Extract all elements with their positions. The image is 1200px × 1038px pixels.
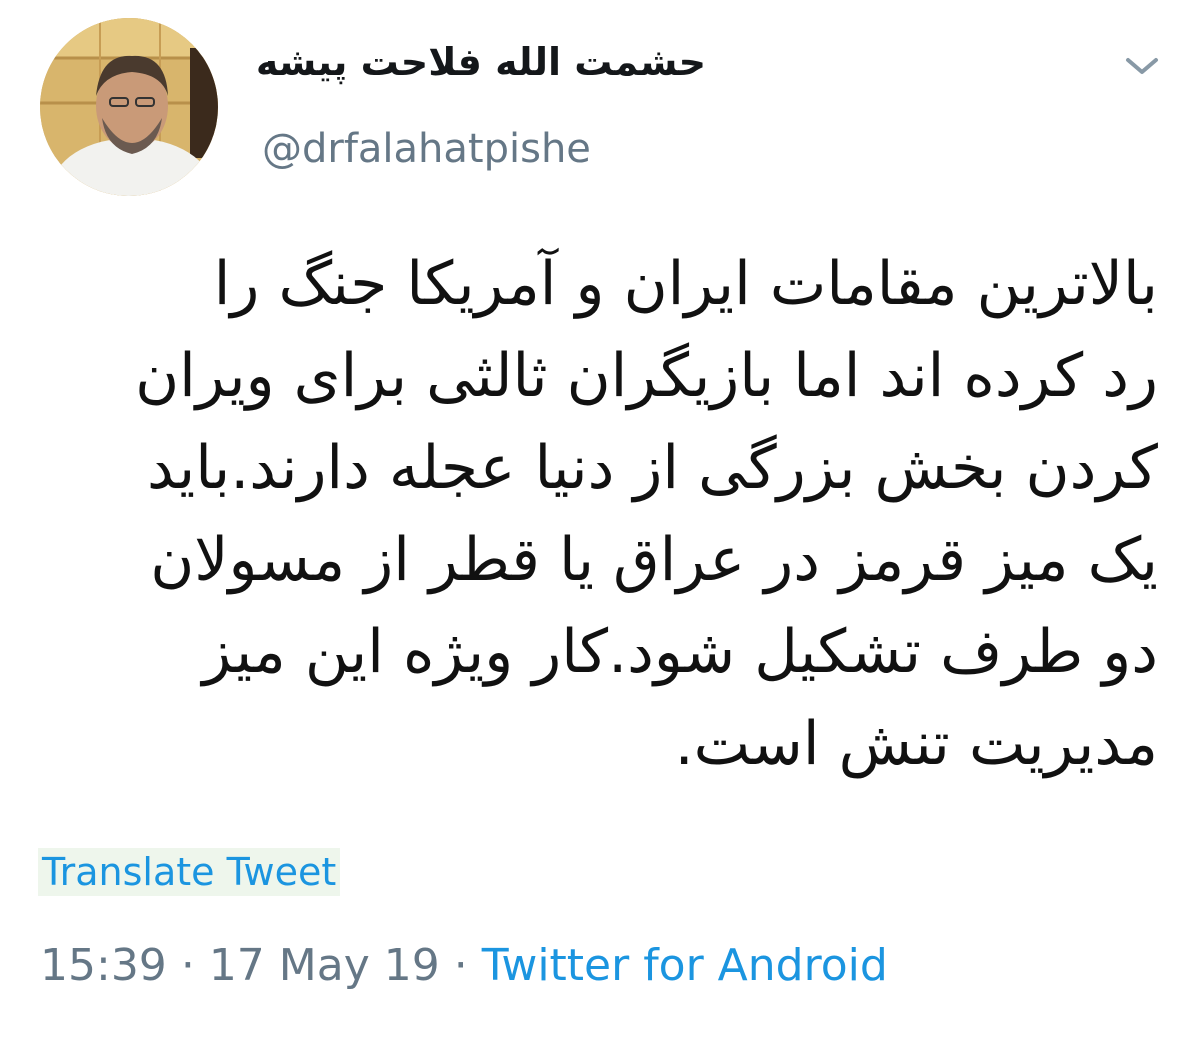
avatar[interactable] — [40, 18, 218, 196]
tweet-text-line: کردن بخش بزرگی از دنیا عجله دارند.باید — [147, 433, 1158, 503]
translate-tweet-link[interactable]: Translate Tweet — [38, 848, 341, 896]
tweet-text-line: رد کرده اند اما بازیگران ثالثی برای ویرا… — [135, 341, 1158, 411]
tweet-metadata: 15:39 · 17 May 19 · Twitter for Android — [40, 940, 888, 991]
tweet-source-link[interactable]: Twitter for Android — [482, 940, 888, 991]
user-handle[interactable]: @drfalahatpishe — [262, 126, 591, 172]
display-name[interactable]: حشمت الله فلاحت پیشه — [256, 40, 706, 84]
meta-separator: · — [180, 940, 195, 991]
tweet-date[interactable]: 17 May 19 — [209, 940, 440, 991]
tweet-card: حشمت الله فلاحت پیشه @drfalahatpishe بال… — [0, 0, 1200, 1038]
tweet-text-line: مدیریت تنش است. — [674, 709, 1158, 779]
meta-separator: · — [453, 940, 468, 991]
tweet-text: بالاترین مقامات ایران و آمریکا جنگ را رد… — [38, 238, 1158, 790]
tweet-text-line: دو طرف تشکیل شود.کار ویژه این میز — [202, 617, 1158, 687]
tweet-text-line: یک میز قرمز در عراق یا قطر از مسولان — [150, 525, 1158, 595]
tweet-time[interactable]: 15:39 — [40, 940, 167, 991]
chevron-down-icon[interactable] — [1122, 50, 1162, 80]
tweet-text-line: بالاترین مقامات ایران و آمریکا جنگ را — [213, 249, 1158, 319]
avatar-photo — [40, 18, 218, 196]
